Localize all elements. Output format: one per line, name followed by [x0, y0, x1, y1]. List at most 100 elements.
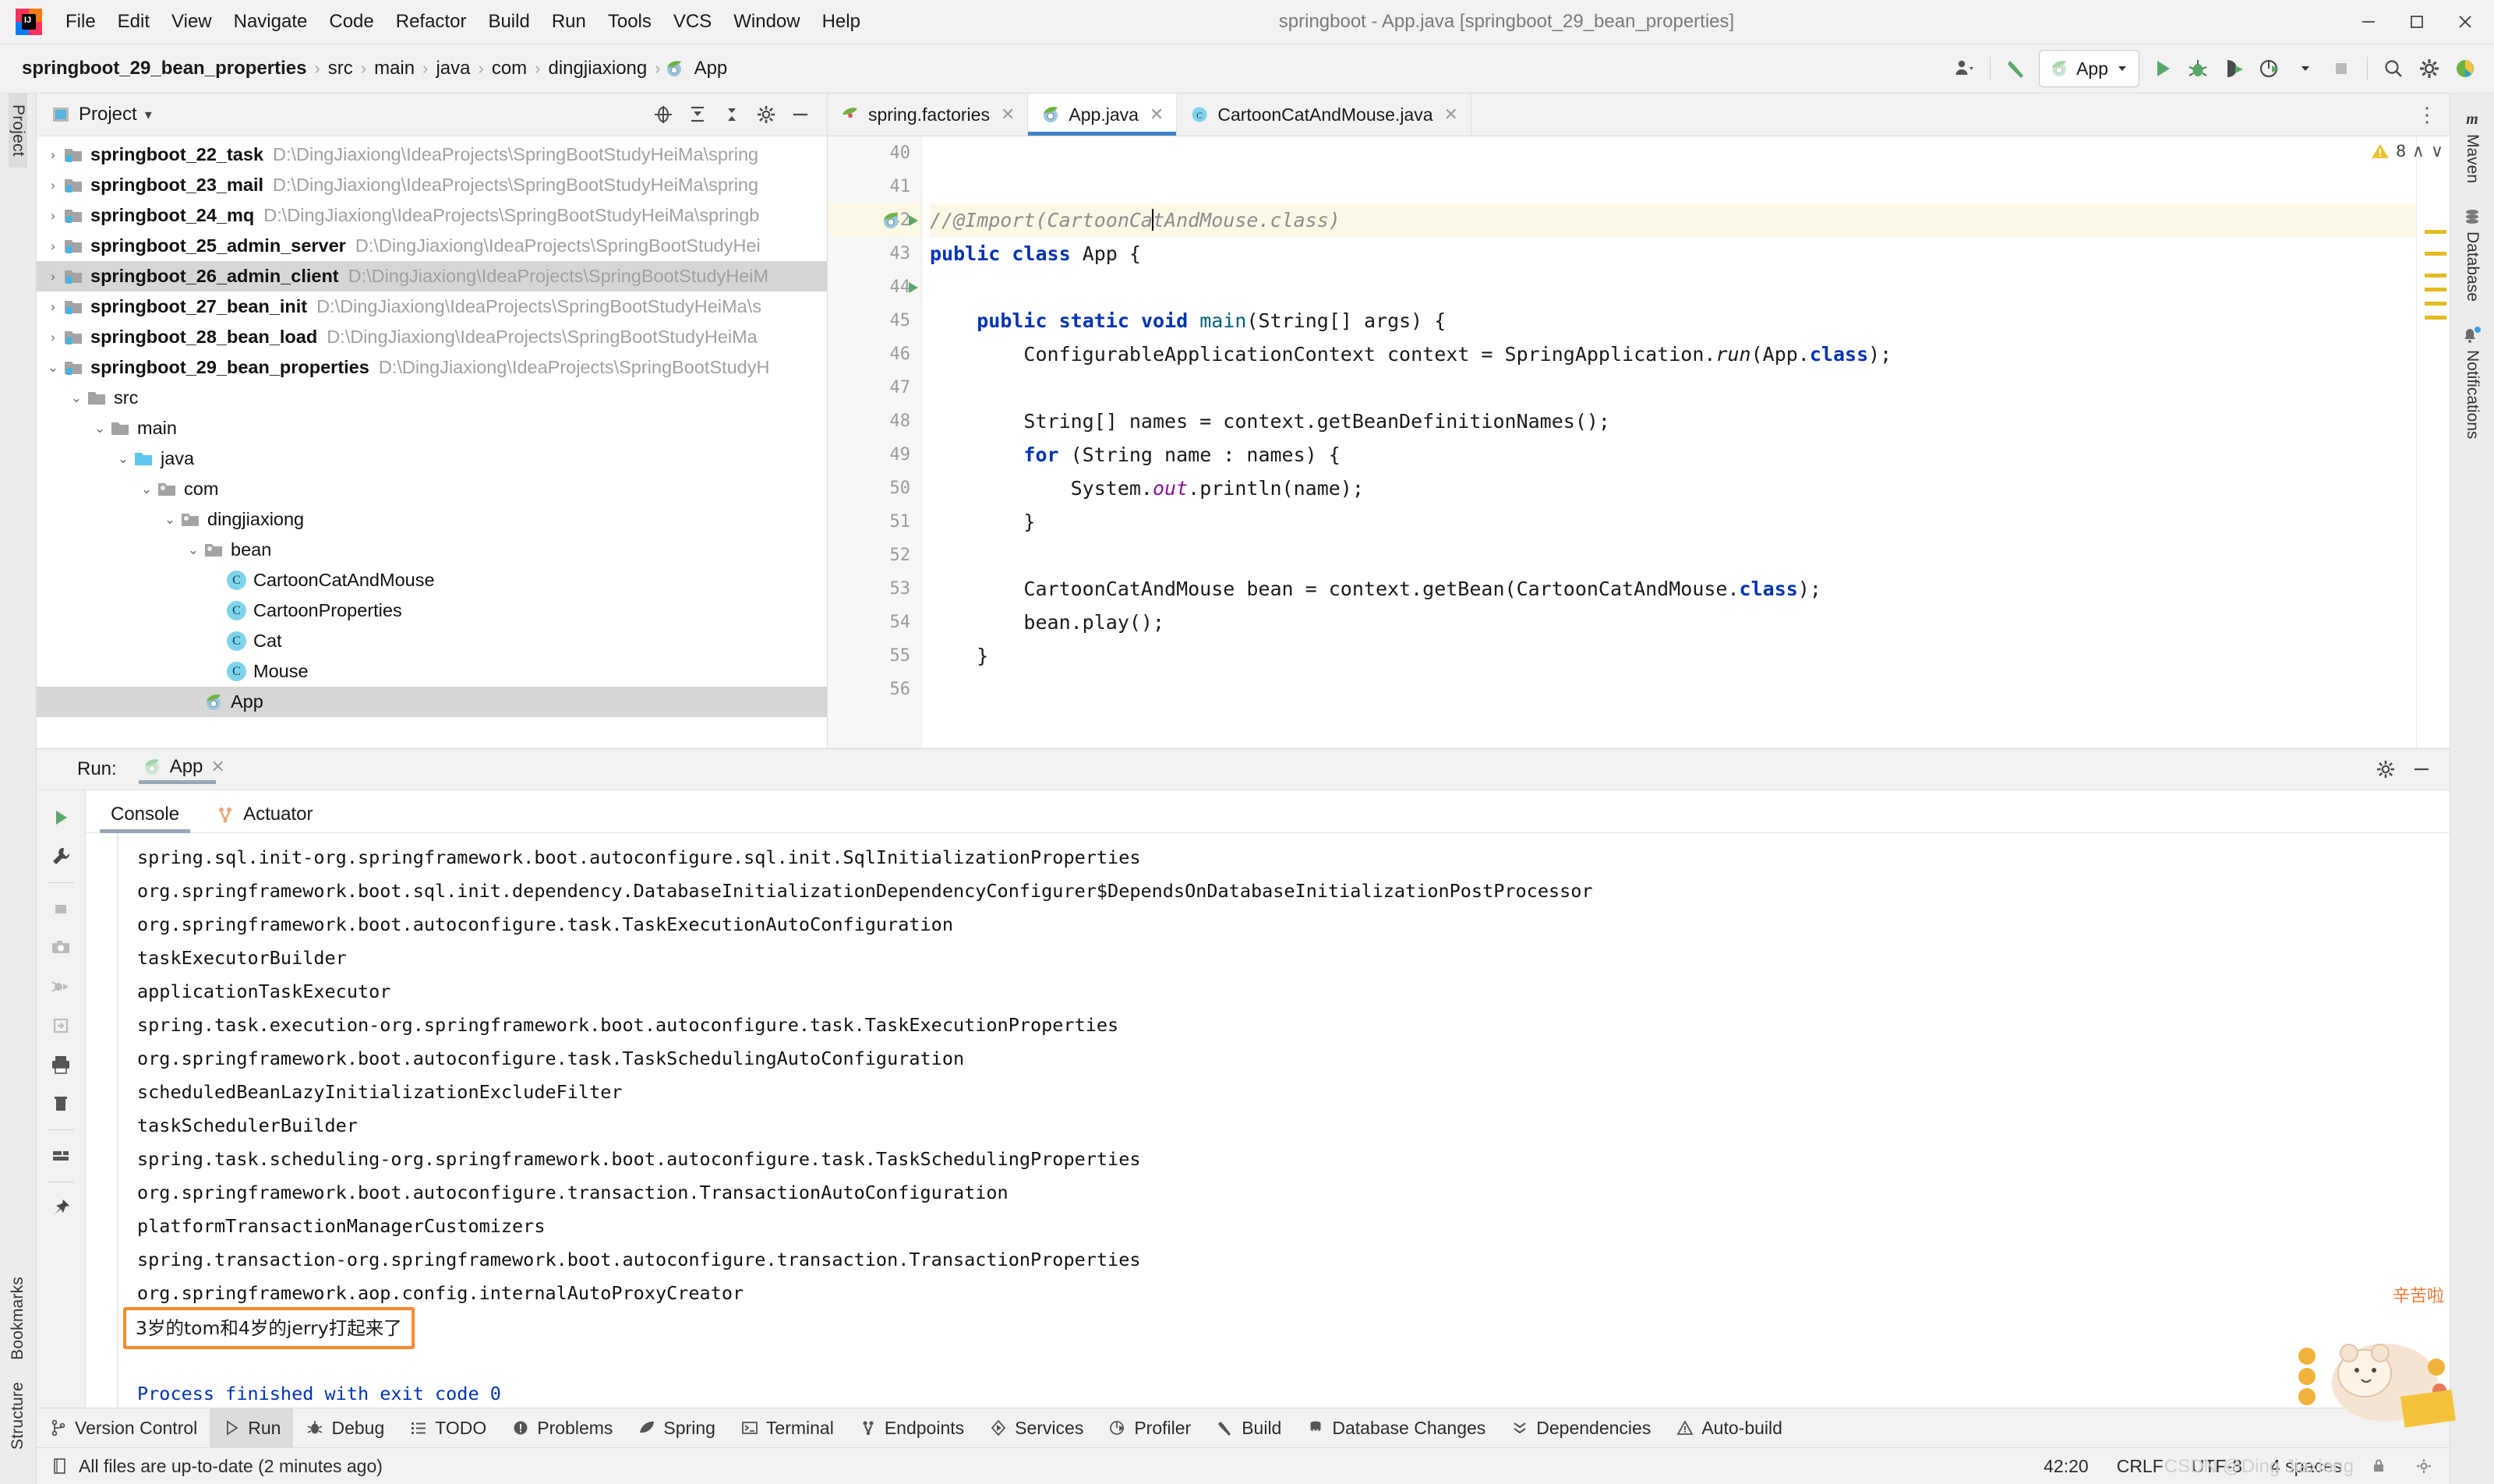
status-gear-icon[interactable] [2415, 1458, 2432, 1475]
tab-actuator[interactable]: Actuator [204, 804, 323, 832]
file-encoding[interactable]: UTF-8 [2192, 1456, 2242, 1477]
code-line[interactable] [930, 170, 2416, 203]
tree-expand-arrow-icon[interactable]: ⌄ [183, 542, 203, 558]
breadcrumb-dingjiaxiong[interactable]: dingjiaxiong [543, 55, 652, 82]
tool-window-profiler[interactable]: Profiler [1096, 1408, 1203, 1447]
menu-view[interactable]: View [161, 6, 223, 37]
search-everywhere-icon[interactable] [2376, 51, 2411, 87]
run-configuration-selector[interactable]: App [2039, 50, 2139, 87]
tab-spring-factories[interactable]: spring.factories ✕ [828, 94, 1029, 136]
code-line[interactable] [930, 270, 2416, 304]
gutter-line-number[interactable]: 54 [828, 606, 921, 639]
code-line[interactable]: } [930, 505, 2416, 539]
tool-window-version-control[interactable]: Version Control [37, 1408, 210, 1447]
tree-node-springboot-27-bean-init[interactable]: › springboot_27_bean_init D:\DingJiaxiong\… [37, 292, 827, 322]
menu-help[interactable]: Help [811, 6, 871, 37]
tree-node-src[interactable]: ⌄ src [37, 383, 827, 413]
sidebar-item-project[interactable]: Project [9, 94, 27, 168]
tree-expand-arrow-icon[interactable]: › [43, 299, 63, 315]
tool-window-spring[interactable]: Spring [625, 1408, 727, 1447]
menu-file[interactable]: File [55, 6, 107, 37]
maximize-button[interactable] [2393, 1, 2441, 43]
code-line[interactable]: //@Import(CartoonCatAndMouse.class) [930, 203, 2416, 237]
expand-all-icon[interactable] [682, 99, 713, 130]
user-avatar-icon[interactable] [1946, 51, 1982, 87]
code-line[interactable]: for (String name : names) { [930, 438, 2416, 472]
run-options-chevron-icon[interactable] [2287, 51, 2323, 87]
breadcrumb-com[interactable]: com [487, 55, 532, 82]
tab-app-java[interactable]: App.java ✕ [1028, 94, 1178, 136]
sidebar-item-structure[interactable]: Structure [9, 1371, 27, 1461]
sidebar-item-notifications[interactable]: Notifications [2460, 317, 2484, 447]
tree-node-springboot-25-admin-server[interactable]: › springboot_25_admin_server D:\DingJiaxio… [37, 231, 827, 261]
run-with-coverage-icon[interactable] [2216, 51, 2252, 87]
tool-window-problems[interactable]: Problems [499, 1408, 625, 1447]
chevron-up-icon[interactable]: ∧ [2412, 141, 2425, 161]
close-icon[interactable]: ✕ [210, 757, 224, 777]
gutter-line-number[interactable]: 47 [828, 371, 921, 405]
menu-build[interactable]: Build [477, 6, 540, 37]
tree-expand-arrow-icon[interactable]: ⌄ [160, 512, 180, 528]
sidebar-item-database[interactable]: Database [2462, 199, 2482, 309]
code-line[interactable]: System.out.println(name); [930, 472, 2416, 505]
gutter-line-number[interactable]: 55 [828, 639, 921, 673]
project-panel-title-group[interactable]: Project ▾ [51, 104, 152, 125]
stop-icon[interactable] [2323, 51, 2359, 87]
tree-node-app[interactable]: App [37, 687, 827, 717]
gutter-line-number[interactable]: 49 [828, 438, 921, 472]
tree-expand-arrow-icon[interactable]: › [43, 330, 63, 345]
code-line[interactable]: public static void main(String[] args) { [930, 304, 2416, 337]
tree-expand-arrow-icon[interactable]: ⌄ [66, 390, 87, 406]
run-session-tab[interactable]: App ✕ [137, 756, 230, 784]
gutter-line-number[interactable]: 53 [828, 572, 921, 606]
pin-icon[interactable] [43, 1190, 79, 1226]
code-line[interactable]: bean.play(); [930, 606, 2416, 639]
tree-node-bean[interactable]: ⌄ bean [37, 535, 827, 565]
minimize-icon[interactable] [2406, 754, 2437, 785]
tool-window-endpoints[interactable]: Endpoints [846, 1408, 977, 1447]
indent-setting[interactable]: 4 spaces [2270, 1456, 2342, 1477]
layout-icon[interactable] [43, 1138, 79, 1174]
tree-node-com[interactable]: ⌄ com [37, 474, 827, 504]
tree-node-main[interactable]: ⌄ main [37, 413, 827, 443]
code-text[interactable]: //@Import(CartoonCatAndMouse.class) publi… [922, 136, 2416, 748]
select-opened-file-icon[interactable] [648, 99, 679, 130]
menu-code[interactable]: Code [318, 6, 384, 37]
tree-expand-arrow-icon[interactable]: ⌄ [113, 451, 133, 467]
gutter-run-marker-main[interactable] [828, 270, 948, 304]
collapse-all-icon[interactable] [716, 99, 747, 130]
lock-icon[interactable] [2370, 1458, 2387, 1475]
tree-expand-arrow-icon[interactable]: ⌄ [90, 421, 110, 436]
error-stripe-bar[interactable] [2416, 136, 2450, 748]
close-icon[interactable]: ✕ [1444, 104, 1458, 125]
gutter-line-number[interactable]: 50 [828, 472, 921, 505]
project-tree[interactable]: › springboot_22_task D:\DingJiaxiong\IdeaP… [37, 136, 827, 748]
code-line[interactable]: public class App { [930, 237, 2416, 270]
tool-window-build[interactable]: Build [1203, 1408, 1294, 1447]
code-line[interactable] [930, 371, 2416, 405]
close-icon[interactable]: ✕ [1001, 104, 1015, 125]
project-settings-gear-icon[interactable] [751, 99, 782, 130]
code-view[interactable]: 40 41 42 43 44 45 46 47 48 49 50 51 52 53 54 55 56 //@Im… [828, 136, 2450, 748]
menu-edit[interactable]: Edit [107, 6, 161, 37]
camera-icon[interactable] [43, 930, 79, 966]
export-icon[interactable] [43, 1008, 79, 1044]
code-line[interactable]: CartoonCatAndMouse bean = context.getBea… [930, 572, 2416, 606]
tab-cartooncatandmouse-java[interactable]: C CartoonCatAndMouse.java ✕ [1177, 94, 1471, 136]
tree-node-cartooncatandmouse[interactable]: C CartoonCatAndMouse [37, 565, 827, 595]
code-line[interactable] [930, 539, 2416, 572]
gutter-line-number[interactable]: 48 [828, 405, 921, 438]
menu-vcs[interactable]: VCS [662, 6, 722, 37]
tree-node-springboot-23-mail[interactable]: › springboot_23_mail D:\DingJiaxiong\IdeaP… [37, 170, 827, 200]
tool-window-database-changes[interactable]: Database Changes [1294, 1408, 1498, 1447]
tree-node-mouse[interactable]: C Mouse [37, 656, 827, 687]
tool-window-terminal[interactable]: Terminal [728, 1408, 846, 1447]
debug-icon[interactable] [2180, 51, 2216, 87]
tool-window-dependencies[interactable]: Dependencies [1498, 1408, 1663, 1447]
gutter-line-number[interactable]: 46 [828, 337, 921, 371]
close-icon[interactable]: ✕ [1150, 104, 1164, 125]
wrench-icon[interactable] [43, 839, 79, 874]
tree-node-springboot-26-admin-client[interactable]: › springboot_26_admin_client D:\DingJiaxio… [37, 261, 827, 292]
menu-run[interactable]: Run [541, 6, 597, 37]
tree-node-cartoonproperties[interactable]: C CartoonProperties [37, 595, 827, 626]
